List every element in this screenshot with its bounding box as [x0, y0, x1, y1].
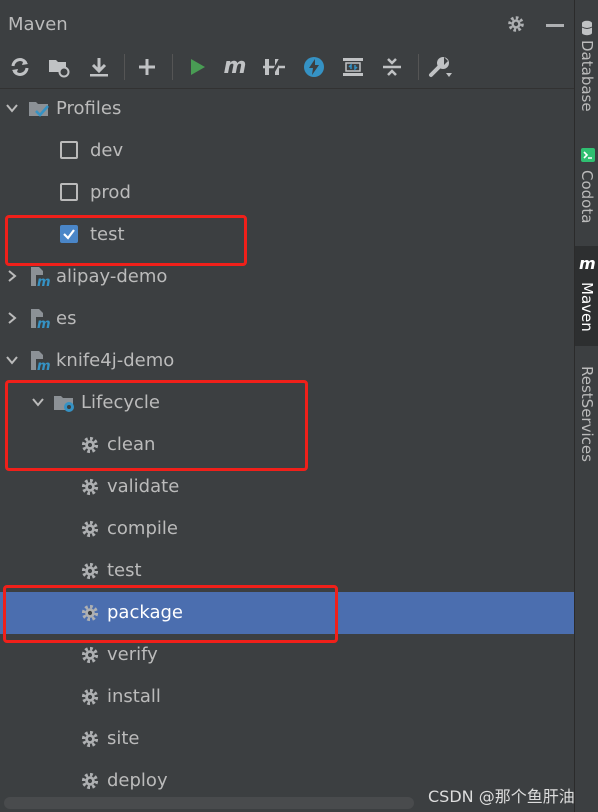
chevron-right-icon[interactable]	[5, 310, 19, 324]
goal-label: install	[107, 686, 161, 707]
generate-sources-icon[interactable]	[46, 54, 72, 80]
gear-icon	[80, 477, 102, 499]
tree-node-project-es[interactable]: m es	[0, 298, 574, 340]
toolbar: m	[0, 46, 574, 89]
chevron-down-icon[interactable]	[5, 100, 19, 114]
sidebar-tab-maven[interactable]: m Maven	[575, 246, 598, 346]
goal-label: verify	[107, 644, 158, 665]
tool-window-title: Maven	[8, 14, 68, 35]
goal-label: compile	[107, 518, 178, 539]
sidebar-tab-codota[interactable]: Codota	[575, 140, 598, 240]
toolbar-separator	[172, 54, 173, 80]
toolbar-separator	[418, 54, 419, 80]
profile-checkbox[interactable]	[60, 183, 78, 201]
tool-window-sidebar: Database Codota m Maven RestServices	[574, 0, 598, 812]
annotation-highlight-box	[5, 215, 247, 266]
lifecycle-goal-site[interactable]: site	[0, 718, 574, 760]
profile-label: dev	[90, 140, 124, 161]
profile-checkbox[interactable]	[60, 141, 78, 159]
sidebar-tab-restservices[interactable]: RestServices	[575, 360, 598, 470]
lifecycle-goal-validate[interactable]: validate	[0, 466, 574, 508]
toggle-offline-icon[interactable]	[261, 54, 287, 80]
goal-label: deploy	[107, 770, 168, 791]
annotation-highlight-box	[5, 380, 308, 471]
run-icon[interactable]	[184, 54, 210, 80]
collapse-all-icon[interactable]	[379, 54, 405, 80]
sidebar-tab-label: Codota	[578, 170, 596, 224]
toolbar-separator	[124, 54, 125, 80]
svg-text:m: m	[37, 275, 50, 288]
goal-label: site	[107, 728, 140, 749]
chevron-down-icon[interactable]	[5, 352, 19, 366]
codota-icon	[581, 148, 595, 162]
maven-goal-icon[interactable]: m	[222, 54, 248, 80]
sidebar-tab-label: Database	[578, 40, 596, 112]
maven-project-icon: m	[28, 266, 51, 290]
lifecycle-goal-install[interactable]: install	[0, 676, 574, 718]
annotation-highlight-box	[3, 585, 338, 643]
maven-icon: m	[579, 254, 596, 273]
gear-icon[interactable]	[506, 14, 526, 34]
maven-project-icon: m	[28, 350, 51, 374]
gear-icon	[80, 771, 102, 793]
tree-node-label: knife4j-demo	[56, 350, 175, 371]
gear-icon	[80, 519, 102, 541]
sidebar-tab-database[interactable]: Database	[575, 6, 598, 136]
tree-node-project-knife4j-demo[interactable]: m knife4j-demo	[0, 340, 574, 382]
svg-text:m: m	[37, 359, 50, 372]
horizontal-scrollbar[interactable]	[4, 797, 414, 809]
gear-icon	[80, 561, 102, 583]
watermark-text: CSDN @那个鱼肝油	[428, 787, 575, 806]
download-icon[interactable]	[86, 54, 112, 80]
profiles-folder-icon	[28, 98, 50, 120]
goal-label: test	[107, 560, 142, 581]
settings-wrench-icon[interactable]	[428, 54, 454, 80]
gear-icon	[80, 729, 102, 751]
tool-window-header: Maven	[0, 4, 574, 44]
profile-item-dev[interactable]: dev	[0, 130, 574, 172]
skip-tests-icon[interactable]	[301, 54, 327, 80]
reload-icon[interactable]	[7, 54, 33, 80]
goal-label: validate	[107, 476, 180, 497]
add-icon[interactable]	[134, 54, 160, 80]
profile-label: prod	[90, 182, 131, 203]
minimize-icon[interactable]	[546, 24, 564, 27]
tree-node-profiles[interactable]: Profiles	[0, 88, 574, 130]
maven-project-icon: m	[28, 308, 51, 332]
gear-icon	[80, 645, 102, 667]
sidebar-tab-label: Maven	[578, 282, 596, 332]
tree-node-label: es	[56, 308, 77, 329]
chevron-right-icon[interactable]	[5, 268, 19, 282]
gear-icon	[80, 687, 102, 709]
database-icon	[581, 20, 593, 36]
show-dependencies-icon[interactable]	[340, 54, 366, 80]
profile-item-prod[interactable]: prod	[0, 172, 574, 214]
lifecycle-goal-compile[interactable]: compile	[0, 508, 574, 550]
svg-text:m: m	[37, 317, 50, 330]
tree-node-label: Profiles	[56, 98, 122, 119]
sidebar-tab-label: RestServices	[578, 366, 596, 462]
tree-node-label: alipay-demo	[56, 266, 168, 287]
